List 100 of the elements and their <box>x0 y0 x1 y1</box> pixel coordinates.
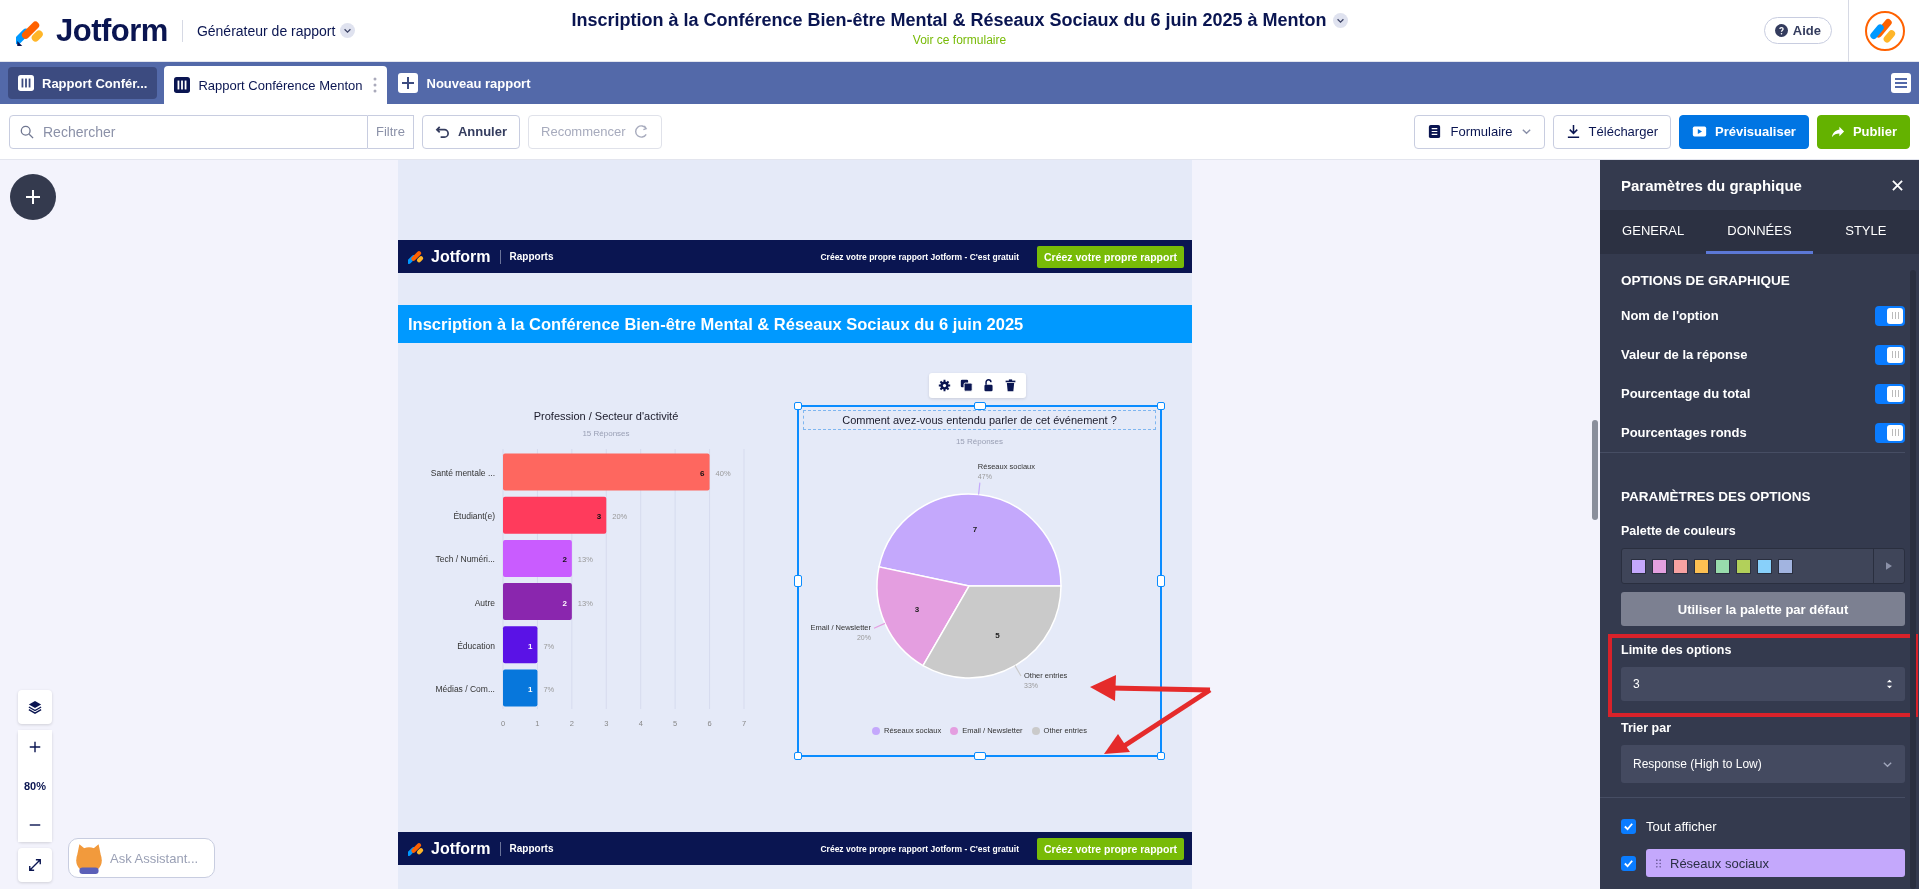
chevron-down-icon[interactable] <box>340 23 356 38</box>
color-swatch[interactable] <box>1673 558 1688 574</box>
add-element-button[interactable] <box>10 174 56 220</box>
report-title: Inscription à la Conférence Bien-être Mental & Réseaux Sociaux du 6 juin 2025 <box>398 305 1192 343</box>
toggle-label: Pourcentage du total <box>1621 386 1751 401</box>
toggle-switch[interactable] <box>1875 422 1905 443</box>
color-swatch[interactable] <box>1736 558 1751 574</box>
resize-handle[interactable] <box>1157 575 1165 587</box>
value-label: 6 <box>700 469 705 478</box>
spinner-arrows-icon[interactable] <box>1886 678 1893 690</box>
resize-handle[interactable] <box>794 402 802 410</box>
resize-handle[interactable] <box>973 752 986 760</box>
plus-icon <box>28 740 42 754</box>
app-menu[interactable]: Générateur de rapport <box>196 22 356 39</box>
duplicate-icon[interactable] <box>960 379 973 392</box>
chevron-down-icon[interactable] <box>1332 13 1348 28</box>
menu-icon[interactable] <box>1891 73 1911 93</box>
check-icon <box>1623 857 1634 869</box>
redo-icon <box>633 124 649 139</box>
banner-section: Rapports <box>509 251 554 262</box>
color-swatch[interactable] <box>1631 558 1646 574</box>
color-swatch[interactable] <box>1715 558 1730 574</box>
check-icon <box>1623 820 1634 832</box>
search-icon <box>20 124 34 139</box>
color-swatch[interactable] <box>1778 558 1793 574</box>
toggle-switch[interactable] <box>1875 344 1905 365</box>
banner-logo-text: Jotform <box>431 839 491 858</box>
banner-tagline: Créez votre propre rapport Jotform - C'est gratuit <box>820 251 1019 262</box>
undo-button[interactable]: Annuler <box>421 114 520 149</box>
drag-handle-icon[interactable] <box>1656 858 1661 868</box>
jotform-logo[interactable]: Jotform <box>56 12 168 49</box>
resize-handle[interactable] <box>794 752 802 760</box>
zoom-in-button[interactable] <box>18 730 52 764</box>
share-arrow-icon <box>1829 124 1845 139</box>
layers-button[interactable] <box>18 690 52 724</box>
checkbox[interactable] <box>1621 855 1636 871</box>
toggle-label: Valeur de la réponse <box>1621 347 1748 362</box>
checkbox-label: Tout afficher <box>1646 818 1717 834</box>
trash-icon[interactable] <box>1004 379 1017 392</box>
close-icon[interactable] <box>1892 179 1903 191</box>
download-icon <box>1565 124 1581 139</box>
color-swatch[interactable] <box>1757 558 1772 574</box>
resize-handle[interactable] <box>1157 402 1165 410</box>
checkbox[interactable] <box>1621 818 1636 834</box>
option-item[interactable]: Réseaux sociaux <box>1646 849 1905 877</box>
value-label: 1 <box>528 641 533 651</box>
chart-title: Profession / Secteur d'activité <box>533 410 679 422</box>
sort-dropdown[interactable]: Response (High to Low) <box>1621 745 1905 783</box>
avatar-icon[interactable] <box>1865 10 1905 51</box>
chart-title[interactable]: Comment avez-vous entendu parler de cet événement ? <box>803 410 1156 430</box>
banner-logo-text: Jotform <box>431 247 491 266</box>
form-dropdown[interactable]: Formulaire <box>1414 114 1545 149</box>
report-tab[interactable]: Rapport Conférence Menton <box>164 66 387 104</box>
panel-tab[interactable]: GENERAL <box>1600 210 1707 254</box>
color-swatch[interactable] <box>1694 558 1709 574</box>
field-label: Palette de couleurs <box>1621 524 1737 538</box>
search-field[interactable]: Rechercher <box>9 114 368 149</box>
jotform-logo-icon <box>408 248 425 265</box>
new-report-button[interactable]: Nouveau rapport <box>397 67 531 99</box>
axis-label: Tech / Numéri... <box>435 554 495 565</box>
leader-line <box>1014 665 1022 677</box>
form-title: Inscription à la Conférence Bien-être Mental & Réseaux Sociaux du 6 juin 2025 à Menton <box>571 10 1327 31</box>
color-swatch[interactable] <box>1652 558 1667 574</box>
number-field[interactable]: 3 <box>1621 667 1905 701</box>
jotform-logo-icon <box>408 840 425 857</box>
toggle-label: Nom de l'option <box>1621 308 1719 323</box>
panel-tab[interactable]: DONNÉES <box>1706 210 1813 254</box>
resize-handle[interactable] <box>973 402 986 410</box>
toggle-switch[interactable] <box>1875 305 1905 326</box>
axis-label: Santé mentale ... <box>430 468 495 478</box>
plus-icon <box>397 73 418 93</box>
chart-subtitle: 15 Réponses <box>955 437 1004 446</box>
resize-handle[interactable] <box>794 575 802 587</box>
leader-line <box>873 622 886 629</box>
unlock-icon[interactable] <box>982 379 995 392</box>
play-icon[interactable] <box>1886 562 1892 570</box>
chevron-down-icon <box>1520 126 1532 137</box>
resize-handle[interactable] <box>1157 752 1165 760</box>
report-tab[interactable]: Rapport Confér... <box>8 67 158 99</box>
settings-icon[interactable] <box>938 379 951 392</box>
chart-subtitle: 15 Réponses <box>582 429 630 438</box>
download-button[interactable]: Télécharger <box>1552 114 1671 149</box>
default-palette-button[interactable]: Utiliser la palette par défaut <box>1621 592 1905 626</box>
toggle-switch[interactable] <box>1875 383 1905 404</box>
field-label: Limite des options <box>1621 643 1733 657</box>
chart-icon <box>174 77 191 93</box>
value-label: 7 <box>972 525 978 535</box>
layers-icon <box>28 700 42 714</box>
fit-screen-button[interactable] <box>18 848 52 882</box>
value-label: 1 <box>528 685 533 694</box>
panel-tab[interactable]: STYLE <box>1812 210 1919 254</box>
assistant-avatar-icon <box>73 842 105 874</box>
section-title: OPTIONS DE GRAPHIQUE <box>1621 273 1791 288</box>
chart-icon <box>18 75 34 91</box>
color-palette[interactable] <box>1621 548 1905 584</box>
banner-section: Rapports <box>509 843 554 854</box>
panel-title: Paramètres du graphique <box>1621 176 1802 194</box>
preview-button[interactable]: Prévisualiser <box>1678 114 1809 149</box>
expand-icon <box>28 858 42 872</box>
axis-label: Médias / Com... <box>435 684 495 694</box>
